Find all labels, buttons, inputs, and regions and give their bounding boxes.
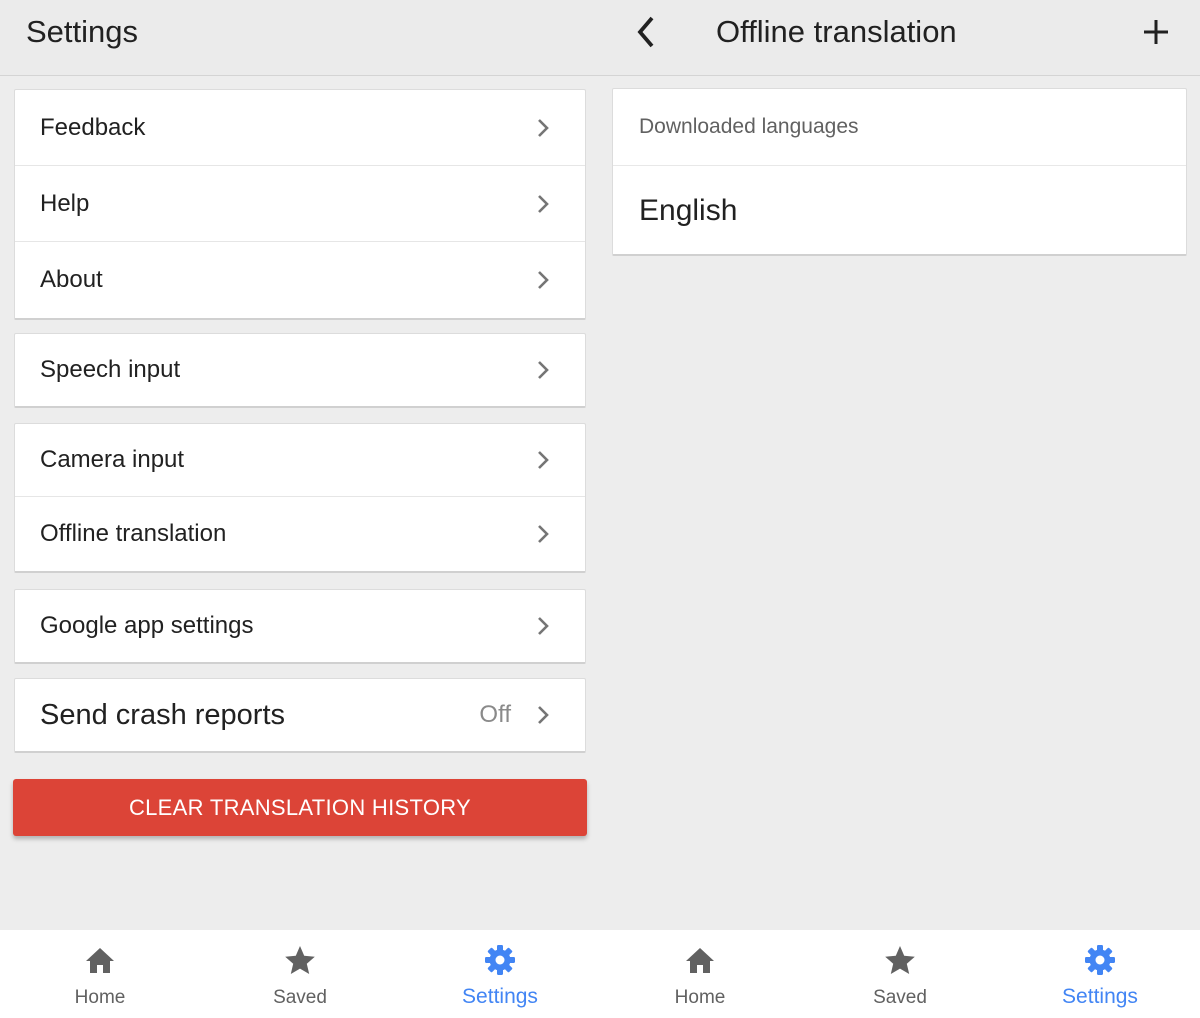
chevron-right-icon — [538, 617, 549, 635]
clear-translation-history-button[interactable]: CLEAR TRANSLATION HISTORY — [13, 779, 587, 836]
star-icon — [285, 946, 315, 974]
add-language-button[interactable] — [1138, 10, 1174, 54]
tab-label: Home — [74, 987, 126, 1008]
chevron-right-icon — [538, 118, 549, 137]
chevron-right-icon — [538, 451, 549, 469]
settings-item-label: Send crash reports — [40, 698, 286, 731]
settings-screen: Settings Feedback Help About Speech inpu… — [0, 0, 600, 1018]
settings-group-crash-reports: Send crash reports Off — [14, 678, 586, 753]
tab-saved[interactable]: Saved — [200, 930, 400, 1018]
settings-item-speech-input[interactable]: Speech input — [15, 334, 585, 406]
tab-label: Settings — [462, 985, 538, 1008]
star-icon — [885, 946, 915, 974]
chevron-right-icon — [538, 706, 549, 724]
offline-translation-app-bar: Offline translation — [600, 0, 1200, 76]
settings-item-help[interactable]: Help — [15, 166, 585, 242]
tab-label: Home — [674, 987, 726, 1008]
home-icon — [686, 948, 714, 973]
back-button[interactable] — [626, 10, 666, 54]
settings-item-label: Camera input — [40, 446, 185, 473]
bottom-tab-bar: Home Saved Settings — [600, 930, 1200, 1018]
settings-group-general: Feedback Help About — [14, 89, 586, 320]
settings-item-label: Speech input — [40, 356, 181, 383]
settings-item-send-crash-reports[interactable]: Send crash reports Off — [15, 679, 585, 751]
settings-item-google-app-settings[interactable]: Google app settings — [15, 590, 585, 662]
plus-icon — [1144, 20, 1168, 44]
offline-translation-screen: Offline translation Downloaded languages… — [600, 0, 1200, 1018]
settings-item-label: Offline translation — [40, 520, 227, 547]
gear-icon — [485, 945, 515, 975]
tab-label: Settings — [1062, 985, 1138, 1008]
tab-home[interactable]: Home — [0, 930, 200, 1018]
settings-group-google-app: Google app settings — [14, 589, 586, 664]
page-title: Settings — [26, 14, 139, 49]
settings-item-camera-input[interactable]: Camera input — [15, 424, 585, 497]
gear-icon — [1085, 945, 1115, 975]
tab-saved[interactable]: Saved — [800, 930, 1000, 1018]
tab-settings[interactable]: Settings — [400, 930, 600, 1018]
tab-label: Saved — [273, 987, 327, 1008]
settings-item-offline-translation[interactable]: Offline translation — [15, 497, 585, 571]
bottom-tab-bar: Home Saved Settings — [0, 930, 600, 1018]
home-icon — [86, 948, 114, 973]
settings-item-label: Google app settings — [40, 612, 254, 639]
downloaded-languages-card: Downloaded languages English — [612, 88, 1187, 256]
crash-reports-value: Off — [479, 701, 511, 728]
settings-item-about[interactable]: About — [15, 242, 585, 318]
settings-item-label: Feedback — [40, 113, 146, 141]
settings-group-input: Camera input Offline translation — [14, 423, 586, 573]
tab-home[interactable]: Home — [600, 930, 800, 1018]
chevron-right-icon — [538, 361, 549, 379]
page-title: Offline translation — [716, 14, 957, 49]
settings-group-speech: Speech input — [14, 333, 586, 408]
section-header: Downloaded languages — [613, 89, 1186, 166]
language-item[interactable]: English — [613, 166, 1186, 255]
tab-settings[interactable]: Settings — [1000, 930, 1200, 1018]
chevron-right-icon — [538, 194, 549, 213]
chevron-right-icon — [538, 525, 549, 543]
settings-item-label: About — [40, 266, 103, 293]
chevron-left-icon — [637, 16, 654, 48]
settings-item-label: Help — [40, 189, 90, 217]
tab-label: Saved — [873, 987, 927, 1008]
chevron-right-icon — [538, 271, 549, 289]
settings-app-bar: Settings — [0, 0, 600, 76]
settings-item-feedback[interactable]: Feedback — [15, 90, 585, 166]
